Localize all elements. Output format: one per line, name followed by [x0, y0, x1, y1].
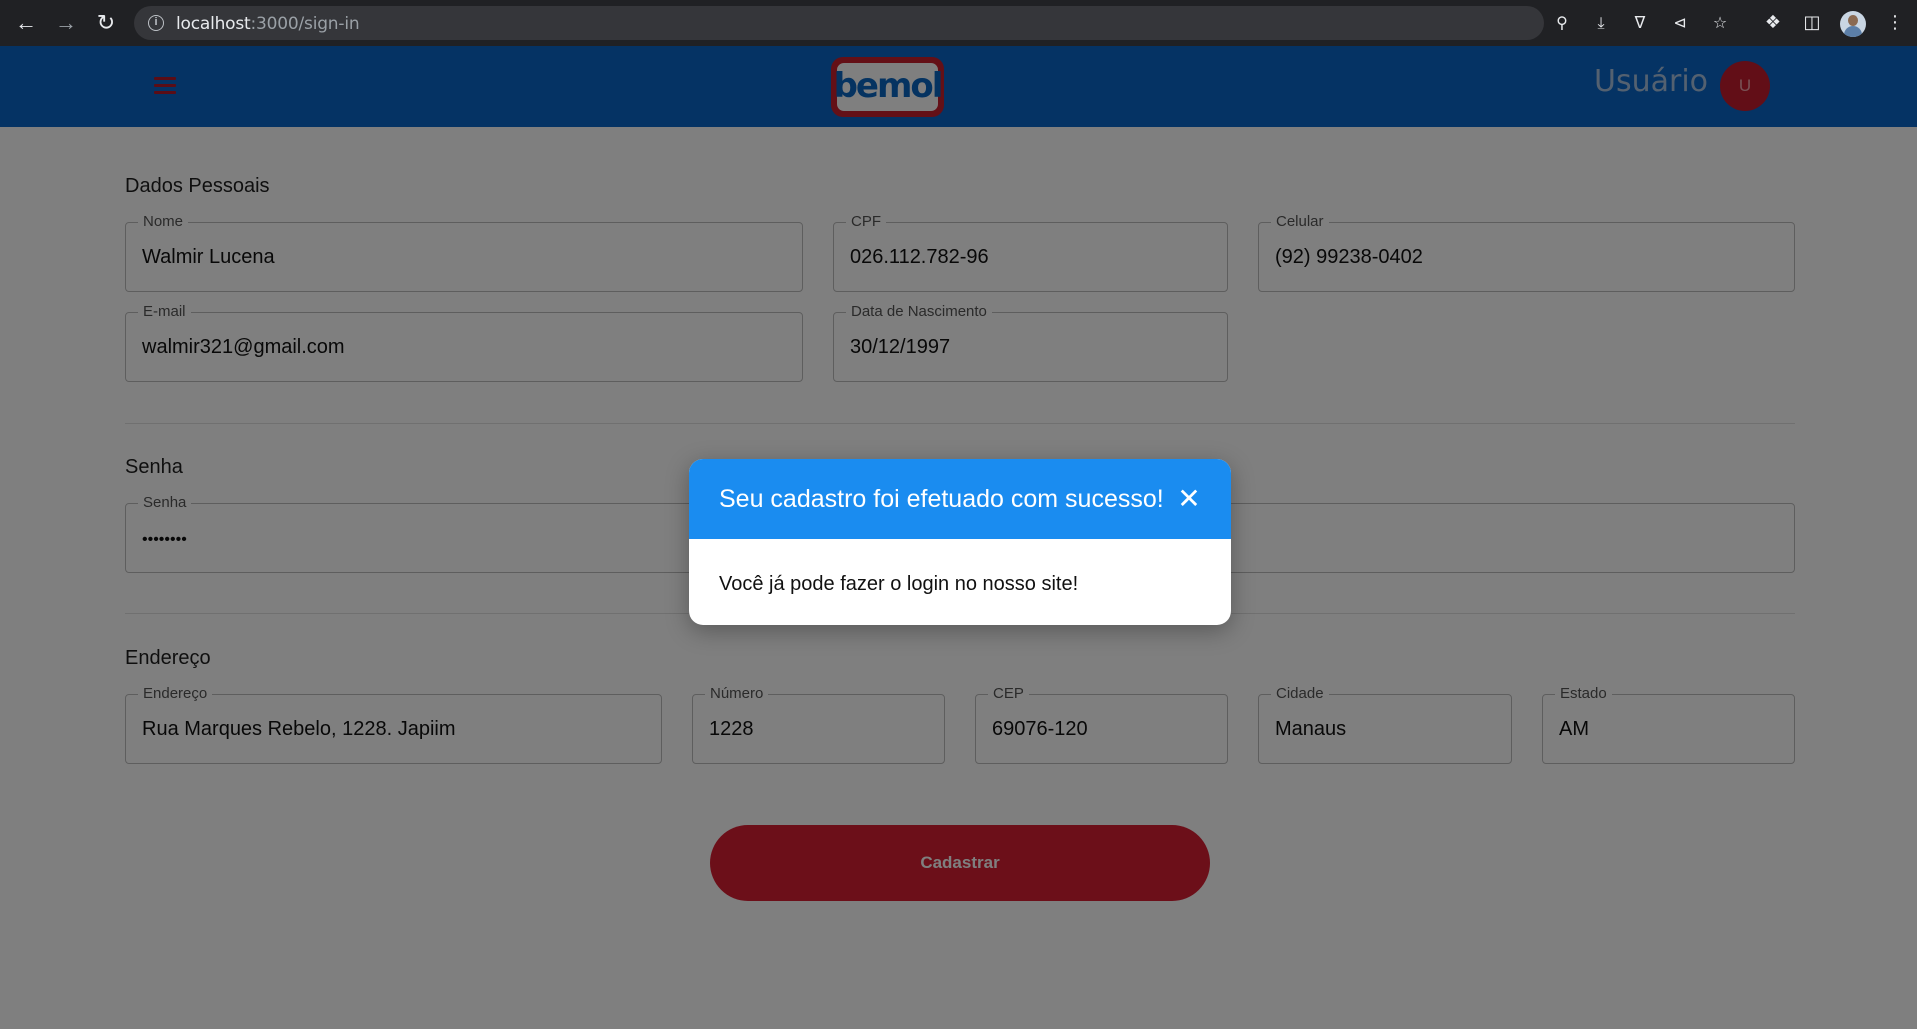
info-icon[interactable]: i: [148, 15, 164, 31]
extensions-icon[interactable]: ❖: [1761, 10, 1785, 34]
share-icon[interactable]: ⊲: [1671, 16, 1689, 32]
forward-icon[interactable]: →: [54, 11, 78, 35]
star-icon[interactable]: ☆: [1711, 16, 1729, 32]
profile-avatar[interactable]: [1840, 11, 1866, 37]
success-modal: Seu cadastro foi efetuado com sucesso! ✕…: [689, 459, 1231, 625]
browser-toolbar: ← → ↻ i localhost:3000/sign-in ⚲ ⤓ ᐁ ⊲ ☆…: [0, 0, 1917, 46]
key-icon[interactable]: ⚲: [1553, 16, 1571, 32]
reload-icon[interactable]: ↻: [94, 11, 118, 35]
url-text[interactable]: localhost:3000/sign-in: [176, 14, 360, 34]
modal-message: Você já pode fazer o login no nosso site…: [719, 573, 1079, 595]
back-icon[interactable]: ←: [14, 11, 38, 35]
url-path: :3000/sign-in: [250, 14, 360, 34]
modal-header: Seu cadastro foi efetuado com sucesso! ✕: [689, 459, 1231, 539]
close-icon[interactable]: ✕: [1175, 485, 1203, 513]
menu-dots-icon[interactable]: ⋮: [1883, 10, 1907, 34]
side-panel-icon[interactable]: ◫: [1800, 10, 1824, 34]
url-host: localhost: [176, 14, 251, 34]
profile-head: [1848, 15, 1858, 26]
profile-body: [1844, 26, 1862, 37]
translate-icon[interactable]: ᐁ: [1631, 16, 1649, 32]
address-bar[interactable]: i localhost:3000/sign-in ⚲ ⤓ ᐁ ⊲ ☆: [134, 6, 1727, 40]
modal-title: Seu cadastro foi efetuado com sucesso!: [719, 485, 1164, 513]
install-icon[interactable]: ⤓: [1592, 16, 1610, 32]
